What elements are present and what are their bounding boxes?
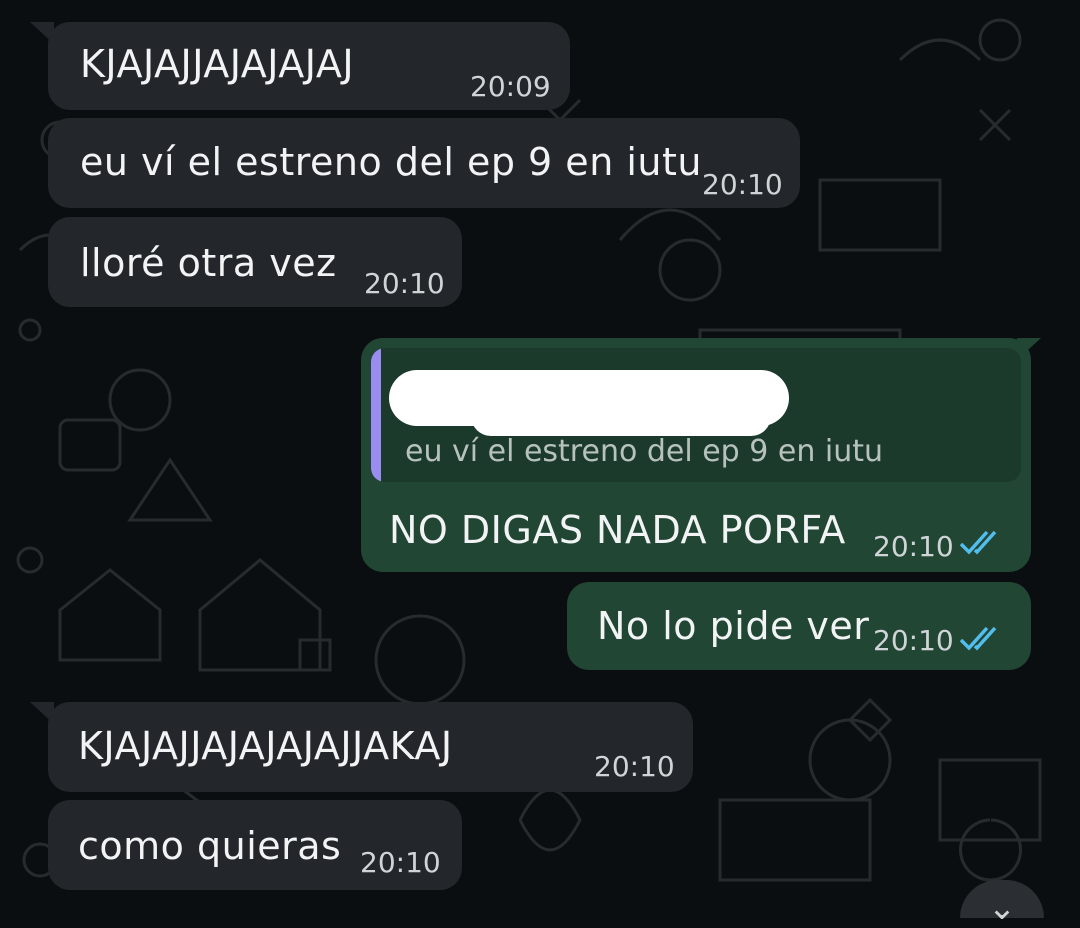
- message-incoming[interactable]: KJAJAJJAJAJAJAJJAKAJ 20:10: [30, 702, 693, 792]
- message-time: 20:10: [364, 267, 445, 300]
- message-time: 20:10: [702, 168, 783, 201]
- message-text: No lo pide ver: [597, 604, 870, 648]
- bubble-tail: [1017, 338, 1041, 360]
- chevron-down-icon: ⌄: [987, 888, 1017, 928]
- redaction-mark: [471, 396, 771, 436]
- double-check-icon: [959, 530, 997, 555]
- message-text: KJAJAJJAJAJAJAJ: [80, 42, 355, 86]
- message-text: como quieras: [78, 824, 342, 868]
- message-outgoing[interactable]: No lo pide ver 20:10: [567, 582, 1031, 670]
- quoted-message[interactable]: eu ví el estreno del ep 9 en iutu: [371, 348, 1021, 482]
- message-text: NO DIGAS NADA PORFA: [389, 508, 846, 552]
- message-time: 20:09: [470, 70, 551, 103]
- message-text: lloré otra vez: [80, 241, 337, 285]
- message-incoming[interactable]: como quieras 20:10: [48, 800, 462, 890]
- bubble-tail: [30, 702, 54, 724]
- message-text: KJAJAJJAJAJAJAJJAKAJ: [78, 724, 453, 768]
- quote-accent-bar: [371, 348, 381, 482]
- double-check-icon: [959, 626, 997, 651]
- message-incoming[interactable]: eu ví el estreno del ep 9 en iutu 20:10: [48, 118, 800, 208]
- message-incoming[interactable]: KJAJAJJAJAJAJAJ 20:09: [30, 22, 570, 110]
- bubble-tail: [30, 22, 54, 44]
- message-time: 20:10: [594, 750, 675, 783]
- message-time: 20:10: [873, 530, 954, 563]
- message-outgoing-reply[interactable]: eu ví el estreno del ep 9 en iutu NO DIG…: [361, 338, 1041, 572]
- quoted-text: eu ví el estreno del ep 9 en iutu: [405, 434, 884, 469]
- message-time: 20:10: [360, 846, 441, 879]
- message-incoming[interactable]: lloré otra vez 20:10: [48, 217, 462, 307]
- message-text: eu ví el estreno del ep 9 en iutu: [80, 140, 702, 184]
- message-time: 20:10: [873, 624, 954, 657]
